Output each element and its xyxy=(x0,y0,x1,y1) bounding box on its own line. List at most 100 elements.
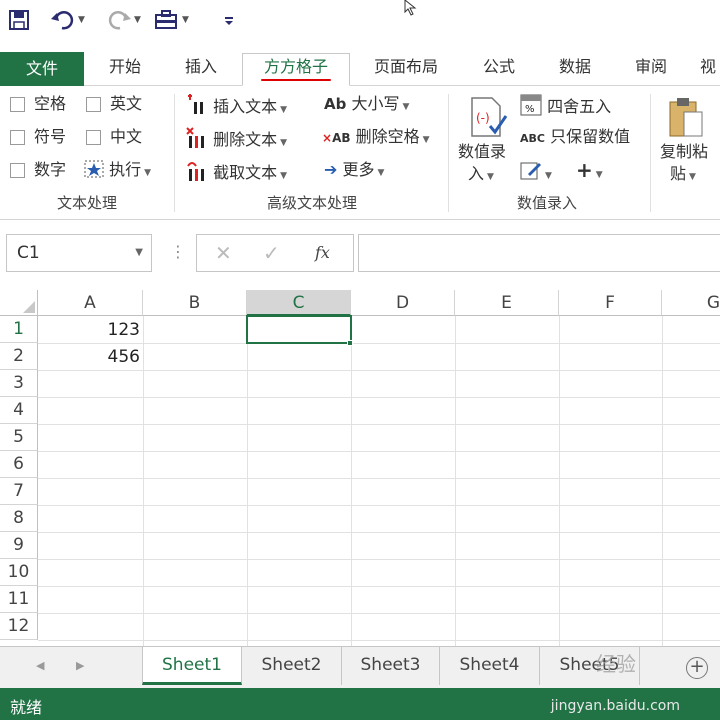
tab-fangfanggezi[interactable]: 方方格子 xyxy=(242,53,350,86)
row-header-8[interactable]: 8 xyxy=(0,505,38,532)
delete-text-label: 删除文本 xyxy=(213,130,278,149)
tab-file[interactable]: 文件 xyxy=(0,52,84,86)
column-header-a[interactable]: A xyxy=(38,290,143,316)
status-bar: 就绪 jingyan.baidu.com xyxy=(0,688,720,720)
execute-button[interactable]: 执行 ▼ xyxy=(84,160,151,183)
checkbox-symbol[interactable] xyxy=(10,130,25,145)
round-button[interactable]: % 四舍五入 xyxy=(520,94,611,117)
redo-dropdown-icon[interactable]: ▼ xyxy=(134,15,141,25)
numeric-entry-label-1: 数值录 xyxy=(458,142,507,161)
more-button[interactable]: ➔ 更多 ▼ xyxy=(324,160,384,183)
row-header-2[interactable]: 2 xyxy=(0,343,38,370)
redo-icon[interactable]: ▼ xyxy=(106,8,141,32)
name-box-dropdown-icon[interactable]: ▼ xyxy=(135,235,143,271)
checkbox-english-label: 英文 xyxy=(110,94,143,113)
checkbox-space[interactable] xyxy=(10,97,25,112)
select-all-corner[interactable] xyxy=(0,290,38,316)
row-header-9[interactable]: 9 xyxy=(0,532,38,559)
execute-label: 执行 xyxy=(109,160,142,179)
row-header-5[interactable]: 5 xyxy=(0,424,38,451)
sheet-tab-sheet3[interactable]: Sheet3 xyxy=(342,647,440,685)
column-header-e[interactable]: E xyxy=(455,290,559,316)
formula-input[interactable] xyxy=(358,234,720,272)
case-button[interactable]: Ab 大小写 ▼ xyxy=(324,94,409,117)
tab-review[interactable]: 审阅 xyxy=(622,54,680,86)
delete-text-button[interactable]: 删除文本 ▼ xyxy=(186,127,287,153)
cell-a1[interactable]: 123 xyxy=(40,317,140,344)
enter-check-icon[interactable]: ✓ xyxy=(263,241,280,265)
undo-icon[interactable]: ▼ xyxy=(50,8,85,32)
worksheet-grid[interactable]: A B C D E F G 1 2 3 4 5 6 7 8 9 10 11 12… xyxy=(0,290,720,646)
column-header-g[interactable]: G xyxy=(662,290,720,316)
keep-values-button[interactable]: ABC 只保留数值 xyxy=(520,127,630,149)
star-execute-icon xyxy=(84,160,104,178)
checkbox-number-label: 数字 xyxy=(34,160,67,179)
gridline xyxy=(143,316,144,646)
group-label-text: 文本处理 xyxy=(56,194,117,212)
scroll-right-icon[interactable]: ▶ xyxy=(76,659,84,672)
cancel-icon[interactable]: ✕ xyxy=(215,241,232,265)
numeric-entry-button[interactable]: (-) 数值录 入 ▼ xyxy=(458,96,514,186)
toolbox-icon[interactable]: ▼ xyxy=(154,8,189,32)
checkbox-english[interactable] xyxy=(86,97,101,112)
row-header-3[interactable]: 3 xyxy=(0,370,38,397)
copy-paste-button[interactable]: 复制粘 贴 ▼ xyxy=(660,96,720,186)
checkbox-chinese-label: 中文 xyxy=(110,127,143,146)
tab-view[interactable]: 视 xyxy=(700,54,720,86)
row-header-4[interactable]: 4 xyxy=(0,397,38,424)
tab-insert[interactable]: 插入 xyxy=(172,54,230,86)
toolbox-dropdown-icon[interactable]: ▼ xyxy=(182,15,189,25)
delete-space-dropdown-icon: ▼ xyxy=(422,135,430,145)
column-header-c[interactable]: C xyxy=(247,290,351,316)
gridline xyxy=(38,505,720,506)
fill-handle[interactable] xyxy=(347,340,353,346)
row-header-11[interactable]: 11 xyxy=(0,586,38,613)
active-cell-c1[interactable] xyxy=(246,315,352,344)
undo-dropdown-icon[interactable]: ▼ xyxy=(78,15,85,25)
gridline xyxy=(38,478,720,479)
row-header-6[interactable]: 6 xyxy=(0,451,38,478)
row-header-12[interactable]: 12 xyxy=(0,613,38,640)
checkbox-number[interactable] xyxy=(10,163,25,178)
column-header-b[interactable]: B xyxy=(143,290,247,316)
column-header-d[interactable]: D xyxy=(351,290,455,316)
copy-paste-label-2: 贴 ▼ xyxy=(670,164,696,183)
edit-dropdown-button[interactable]: ▼ xyxy=(520,160,552,186)
sheet-tab-sheet2[interactable]: Sheet2 xyxy=(242,647,342,685)
save-icon[interactable] xyxy=(8,8,30,32)
quick-access-toolbar: ▼ ▼ ▼ xyxy=(0,0,720,40)
red-underline-mark xyxy=(261,79,331,81)
column-header-f[interactable]: F xyxy=(559,290,662,316)
tab-data[interactable]: 数据 xyxy=(546,54,604,86)
extract-text-icon xyxy=(187,162,204,181)
tab-home[interactable]: 开始 xyxy=(96,54,154,86)
round-icon: % xyxy=(520,94,542,116)
checkbox-space-label: 空格 xyxy=(34,94,67,113)
row-header-10[interactable]: 10 xyxy=(0,559,38,586)
group-label-numeric: 数值录入 xyxy=(516,194,577,212)
scroll-left-icon[interactable]: ◀ xyxy=(36,659,44,672)
checkbox-chinese[interactable] xyxy=(86,130,101,145)
add-sheet-icon[interactable]: + xyxy=(686,657,708,679)
cell-a2[interactable]: 456 xyxy=(40,344,140,371)
formula-bar-grip-icon[interactable]: ⋮ xyxy=(170,242,186,261)
case-ab-icon: Ab xyxy=(324,95,347,113)
insert-text-dropdown-icon: ▼ xyxy=(280,105,288,115)
group-divider xyxy=(174,94,175,212)
tab-formulas[interactable]: 公式 xyxy=(470,54,528,86)
insert-function-icon[interactable]: fx xyxy=(315,243,330,262)
name-box[interactable]: C1 ▼ xyxy=(6,234,152,272)
extract-text-button[interactable]: 截取文本 ▼ xyxy=(186,160,287,186)
sheet-tab-sheet4[interactable]: Sheet4 xyxy=(440,647,540,685)
row-header-1[interactable]: 1 xyxy=(0,316,38,343)
plus-button[interactable]: + ▼ xyxy=(576,160,603,185)
tab-page-layout[interactable]: 页面布局 xyxy=(362,54,450,86)
sheet-tab-sheet1[interactable]: Sheet1 xyxy=(142,647,242,685)
insert-text-button[interactable]: 插入文本 ▼ xyxy=(186,94,287,120)
row-header-7[interactable]: 7 xyxy=(0,478,38,505)
mouse-cursor-icon xyxy=(404,0,417,16)
customize-icon[interactable] xyxy=(222,8,236,32)
gridline xyxy=(662,316,663,646)
delete-space-button[interactable]: ×AB 删除空格 ▼ xyxy=(322,127,430,150)
group-divider xyxy=(650,94,651,212)
